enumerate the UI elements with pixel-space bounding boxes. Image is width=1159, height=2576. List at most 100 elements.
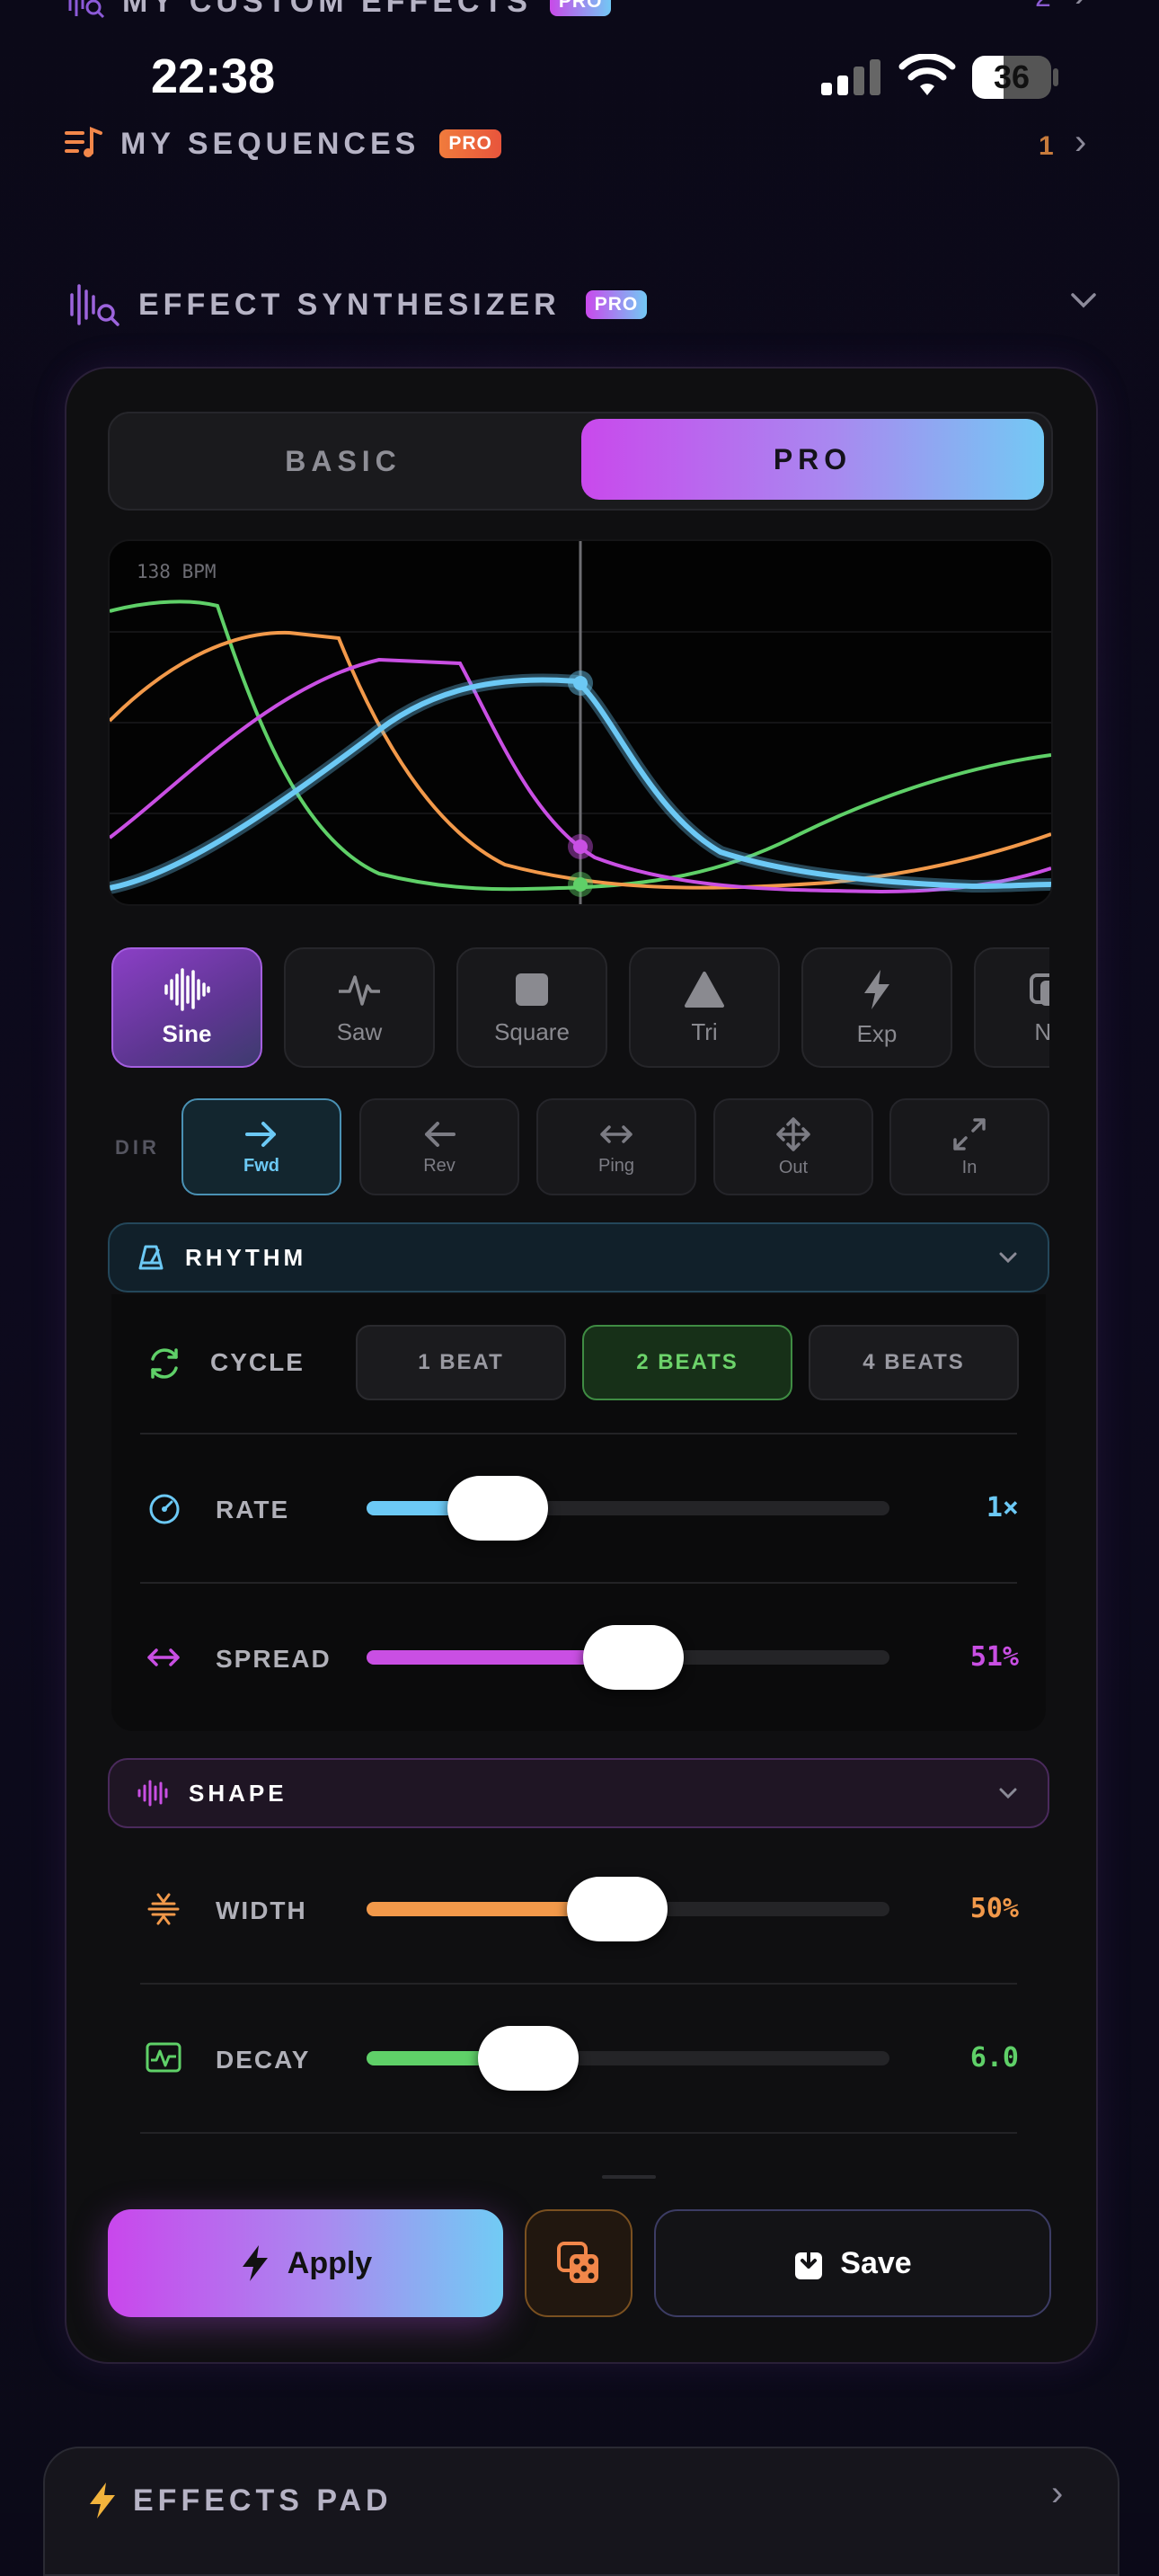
music-list-icon bbox=[65, 127, 102, 157]
waveform-noise-button[interactable]: No bbox=[974, 947, 1049, 1068]
battery-icon: 36 bbox=[972, 56, 1051, 99]
waveform-sine-button[interactable]: Sine bbox=[111, 947, 262, 1068]
speedometer-icon bbox=[147, 1492, 181, 1531]
arrows-in-icon bbox=[953, 1117, 986, 1150]
chevron-right-icon[interactable]: › bbox=[1051, 2474, 1063, 2514]
save-label: Save bbox=[840, 2245, 912, 2280]
waveform-graph[interactable]: 138 BPM bbox=[108, 539, 1053, 906]
direction-ping-button[interactable]: Ping bbox=[536, 1098, 696, 1195]
synth-header[interactable]: EFFECT SYNTHESIZER PRO bbox=[68, 282, 648, 327]
metronome-icon bbox=[138, 1245, 164, 1270]
battery-level: 36 bbox=[993, 58, 1031, 95]
chevron-down-icon bbox=[999, 1252, 1017, 1264]
waveform-tri-button[interactable]: Tri bbox=[629, 947, 780, 1068]
direction-out-button[interactable]: Out bbox=[713, 1098, 873, 1195]
slider-thumb[interactable] bbox=[567, 1877, 668, 1941]
synth-title: EFFECT SYNTHESIZER bbox=[138, 287, 561, 322]
chevron-right-icon[interactable]: › bbox=[1075, 122, 1086, 163]
save-button[interactable]: Save bbox=[654, 2209, 1051, 2317]
signal-icon bbox=[819, 58, 882, 102]
divider bbox=[140, 1983, 1017, 1985]
pro-badge: PRO bbox=[585, 290, 648, 319]
saw-wave-icon bbox=[339, 974, 380, 1006]
wifi-icon bbox=[898, 53, 956, 103]
waveform-label: Sine bbox=[162, 1019, 212, 1047]
sine-wave-icon bbox=[164, 967, 210, 1011]
direction-in-button[interactable]: In bbox=[889, 1098, 1049, 1195]
decay-value: 6.0 bbox=[969, 2042, 1019, 2074]
direction-rev-button[interactable]: Rev bbox=[359, 1098, 519, 1195]
chevron-down-icon bbox=[999, 1788, 1017, 1799]
width-icon bbox=[146, 1891, 181, 1932]
waveform-label: Tri bbox=[691, 1017, 718, 1045]
arrow-right-icon bbox=[245, 1121, 276, 1147]
waveform-noise-clip: No bbox=[974, 947, 1049, 1068]
rhythm-section-header[interactable]: RHYTHM bbox=[108, 1222, 1049, 1292]
bolt-icon bbox=[864, 969, 889, 1009]
shape-section-header[interactable]: SHAPE bbox=[108, 1758, 1049, 1828]
custom-effects-row[interactable]: MY CUSTOM EFFECTS PRO bbox=[66, 0, 612, 20]
direction-option-label: Out bbox=[778, 1157, 809, 1177]
slider-thumb[interactable] bbox=[478, 2026, 579, 2091]
effects-pad-row[interactable]: EFFECTS PAD › bbox=[43, 2447, 1119, 2576]
divider bbox=[140, 1582, 1017, 1584]
decay-chart-icon bbox=[146, 2042, 181, 2077]
waveform-search-icon bbox=[68, 0, 105, 19]
direction-label: DIR bbox=[115, 1136, 160, 1159]
rate-label: RATE bbox=[216, 1496, 290, 1523]
slider-thumb[interactable] bbox=[447, 1476, 548, 1541]
waveform-label: Square bbox=[494, 1017, 570, 1045]
mode-toggle[interactable]: BASIC PRO bbox=[108, 412, 1053, 511]
waveform-label: Saw bbox=[336, 1017, 383, 1045]
custom-effects-label: MY CUSTOM EFFECTS bbox=[122, 0, 532, 19]
chevron-right-icon[interactable]: › bbox=[1075, 0, 1086, 15]
arrows-horizontal-icon bbox=[146, 1641, 181, 1678]
direction-fwd-button[interactable]: Fwd bbox=[181, 1098, 341, 1195]
width-value: 50% bbox=[969, 1893, 1019, 1924]
divider bbox=[140, 2132, 1017, 2134]
cycle-option-1-beat[interactable]: 1 BEAT bbox=[356, 1325, 566, 1400]
waveform-saw-button[interactable]: Saw bbox=[284, 947, 435, 1068]
decay-label: DECAY bbox=[216, 2046, 311, 2074]
cycle-option-2-beats[interactable]: 2 BEATS bbox=[582, 1325, 792, 1400]
mode-basic-button[interactable]: BASIC bbox=[110, 413, 577, 509]
sequences-count: 1 bbox=[1039, 131, 1054, 161]
waveform-label: Exp bbox=[856, 1019, 898, 1047]
triangle-icon bbox=[685, 971, 724, 1008]
rhythm-title: RHYTHM bbox=[185, 1243, 307, 1271]
save-icon bbox=[795, 2245, 823, 2279]
shape-title: SHAPE bbox=[189, 1779, 288, 1807]
cycle-option-4-beats[interactable]: 4 BEATS bbox=[809, 1325, 1019, 1400]
scroll-hint bbox=[602, 2175, 656, 2179]
spread-label: SPREAD bbox=[216, 1645, 332, 1673]
bpm-label: 138 BPM bbox=[137, 561, 217, 582]
waveform-curves bbox=[110, 541, 1051, 904]
sine-wave-icon bbox=[137, 1780, 168, 1807]
direction-option-label: In bbox=[961, 1157, 978, 1177]
waveform-square-button[interactable]: Square bbox=[456, 947, 607, 1068]
apply-label: Apply bbox=[287, 2245, 373, 2280]
waveform-label: No bbox=[1034, 1017, 1049, 1045]
chevron-down-icon[interactable] bbox=[1067, 284, 1100, 321]
mode-pro-button[interactable]: PRO bbox=[581, 419, 1044, 500]
pro-badge: PRO bbox=[549, 0, 612, 16]
arrows-out-icon bbox=[776, 1116, 810, 1151]
direction-option-label: Fwd bbox=[243, 1155, 279, 1176]
battery-tip bbox=[1053, 68, 1058, 86]
width-label: WIDTH bbox=[216, 1896, 307, 1924]
rate-value: 1× bbox=[986, 1492, 1019, 1523]
status-time: 22:38 bbox=[151, 49, 276, 103]
direction-option-label: Rev bbox=[423, 1155, 456, 1176]
apply-button[interactable]: Apply bbox=[108, 2209, 503, 2317]
slider-thumb[interactable] bbox=[583, 1625, 684, 1690]
randomize-button[interactable] bbox=[525, 2209, 633, 2317]
waveform-search-icon bbox=[70, 284, 119, 326]
noise-icon bbox=[1030, 973, 1049, 1006]
divider bbox=[140, 1433, 1017, 1435]
waveform-exp-button[interactable]: Exp bbox=[801, 947, 952, 1068]
arrow-left-icon bbox=[425, 1121, 456, 1147]
pro-badge: PRO bbox=[439, 129, 501, 158]
sequences-label: MY SEQUENCES bbox=[120, 126, 420, 161]
arrows-horizontal-icon bbox=[600, 1124, 633, 1143]
sequences-row[interactable]: MY SEQUENCES PRO bbox=[65, 126, 501, 162]
